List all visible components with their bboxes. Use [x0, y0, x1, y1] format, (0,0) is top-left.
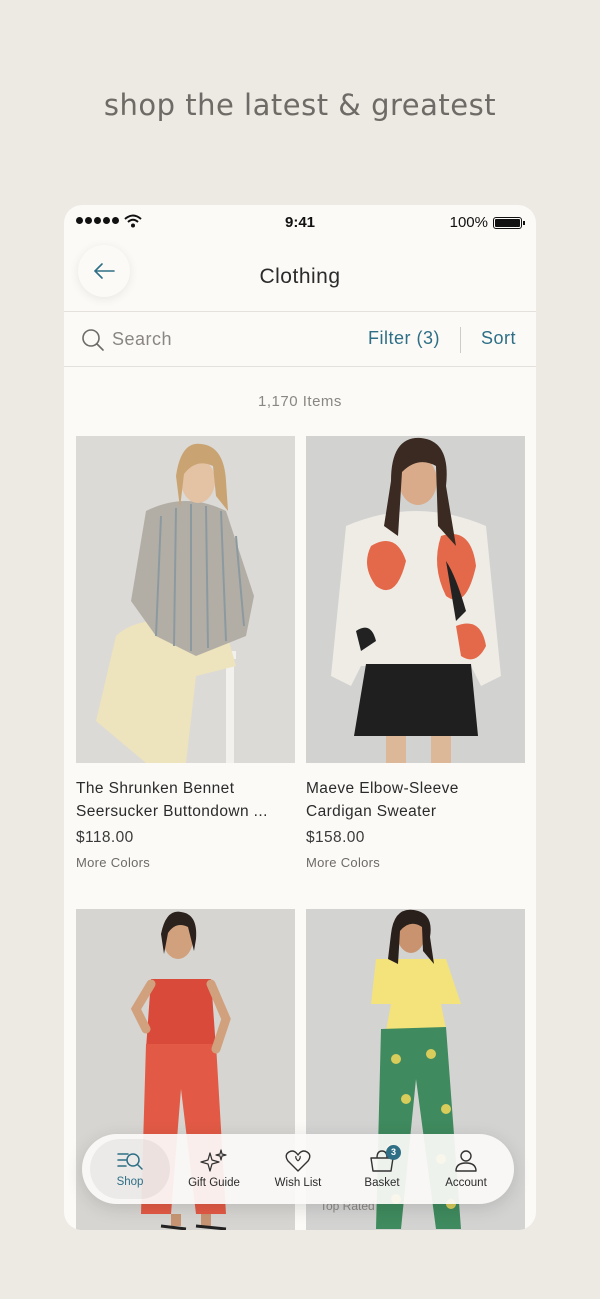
product-name[interactable]: Seersucker Buttondown ...: [76, 800, 295, 823]
tab-wish-list[interactable]: Wish List: [258, 1139, 338, 1199]
divider: [460, 327, 461, 353]
item-count: 1,170 Items: [258, 393, 342, 410]
tab-label: Wish List: [274, 1177, 322, 1189]
tab-label: Account: [445, 1177, 487, 1189]
tab-gift-guide[interactable]: Gift Guide: [174, 1139, 254, 1199]
bottom-tab-bar: Shop Gift Guide Wish List 3 Basket Accou…: [82, 1134, 514, 1204]
product-price: $158.00: [306, 829, 365, 846]
heart-icon: [285, 1150, 311, 1172]
battery-percent: 100%: [449, 214, 488, 231]
tab-basket[interactable]: 3 Basket: [342, 1139, 422, 1199]
search-icon: [82, 329, 104, 351]
tab-label: Gift Guide: [188, 1177, 240, 1189]
basket-count-badge: 3: [386, 1145, 401, 1160]
tab-label: Basket: [364, 1177, 400, 1189]
more-colors-label[interactable]: More Colors: [306, 855, 525, 870]
filter-button[interactable]: Filter (3): [368, 328, 440, 349]
page-title: Clothing: [259, 265, 341, 288]
status-bar: 9:41 100%: [64, 205, 536, 239]
sort-button[interactable]: Sort: [481, 328, 516, 349]
marketing-headline: shop the latest & greatest: [103, 88, 497, 122]
product-image[interactable]: [306, 436, 525, 763]
shop-search-icon: [117, 1153, 143, 1170]
sparkle-icon: [200, 1149, 227, 1172]
product-card[interactable]: Maeve Elbow-Sleeve Cardigan Sweater $158…: [306, 436, 525, 870]
product-image[interactable]: [76, 436, 295, 763]
tab-account[interactable]: Account: [426, 1139, 506, 1199]
more-colors-label[interactable]: More Colors: [76, 855, 295, 870]
tab-label: Shop: [116, 1176, 144, 1188]
battery-icon: [493, 217, 525, 229]
product-price: $118.00: [76, 829, 134, 846]
search-filter-bar: Filter (3) Sort: [64, 312, 536, 367]
product-name[interactable]: Maeve Elbow-Sleeve: [306, 777, 525, 800]
nav-bar: Clothing: [64, 239, 536, 312]
search-input[interactable]: [112, 326, 292, 352]
person-icon: [455, 1150, 477, 1172]
product-name[interactable]: The Shrunken Bennet: [76, 777, 295, 800]
product-name[interactable]: Cardigan Sweater: [306, 800, 525, 823]
tab-shop[interactable]: Shop: [90, 1139, 170, 1199]
phone-screen: 9:41 100% Clothing Filter (3) Sort 1,170…: [64, 205, 536, 1230]
product-card[interactable]: The Shrunken Bennet Seersucker Buttondow…: [76, 436, 295, 870]
